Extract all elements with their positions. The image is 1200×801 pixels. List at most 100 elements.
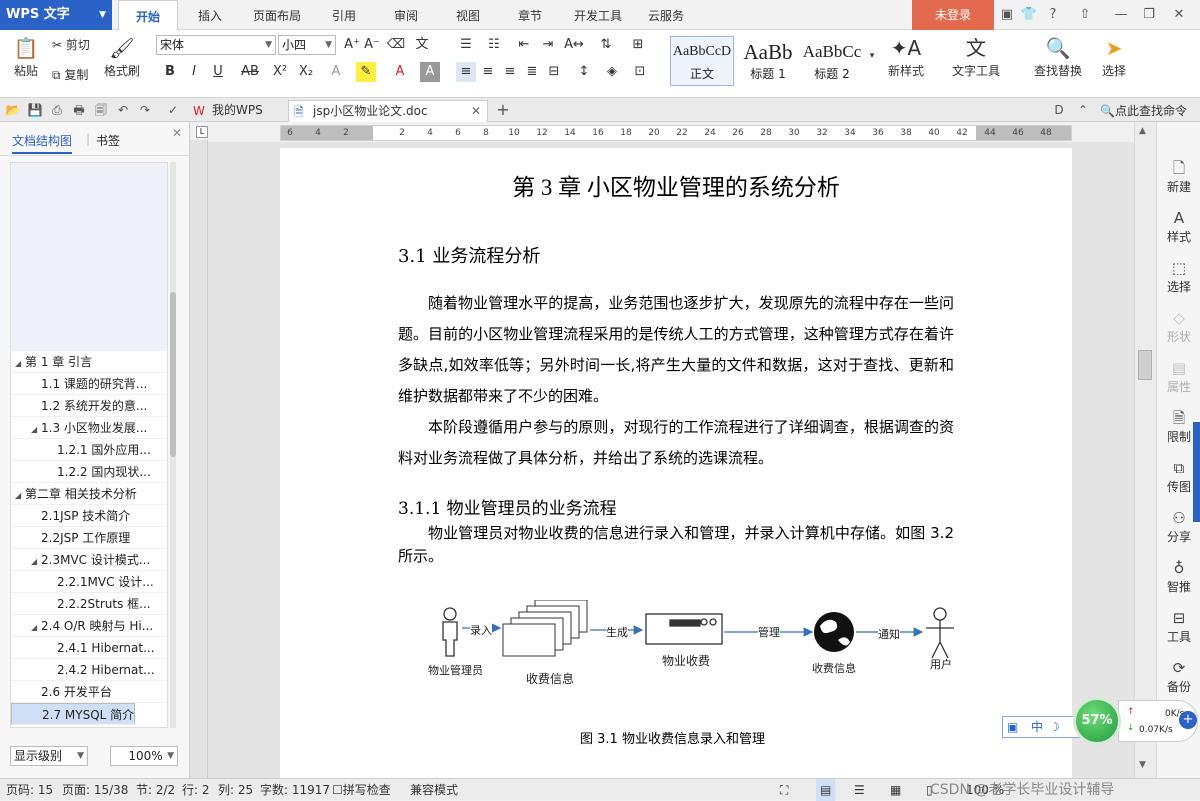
outline-item[interactable]: 2.6 开发平台: [11, 681, 167, 703]
close-pane-icon[interactable]: ✕: [172, 126, 182, 140]
tab-cloud[interactable]: 云服务: [638, 0, 694, 30]
superscript-icon[interactable]: X²: [270, 62, 290, 82]
outdent-icon[interactable]: ⇤: [514, 35, 534, 55]
document-page[interactable]: 第 3 章 小区物业管理的系统分析 3.1 业务流程分析 随着物业管理水平的提高…: [280, 148, 1072, 778]
wps-menu-button[interactable]: WPS 文字 ▼: [0, 0, 112, 30]
sort-icon[interactable]: ⇅: [596, 35, 616, 55]
outline-item[interactable]: 2.2JSP 工作原理: [11, 527, 167, 549]
select-button[interactable]: ➤ 选择: [1094, 34, 1134, 79]
redo-icon[interactable]: ↷: [136, 101, 154, 119]
outline-item[interactable]: 1.2.1 国外应用...: [11, 439, 167, 461]
outline-item[interactable]: 1.2 系统开发的意...: [11, 395, 167, 417]
command-search[interactable]: 🔍点此查找命令: [1100, 102, 1187, 119]
open-folder-icon[interactable]: 📂: [4, 101, 22, 119]
format-painter-button[interactable]: 🖌 格式刷: [102, 34, 142, 79]
close-icon[interactable]: ✕: [1170, 6, 1188, 24]
horizontal-ruler[interactable]: 6 4 2 2 4 6 8 10 12 14 16 18 20 22 24 26 28 30 32 34 36 38 40 4…: [280, 125, 1072, 141]
tab-home[interactable]: 开始: [118, 0, 178, 31]
outline-item[interactable]: ◢ 2.3MVC 设计模式...: [11, 549, 167, 571]
highlight-icon[interactable]: ✎: [356, 62, 376, 82]
tab-review[interactable]: 审阅: [382, 0, 430, 30]
scrollbar-thumb[interactable]: [170, 292, 176, 457]
cut-button[interactable]: ✂ 剪切: [52, 36, 90, 53]
char-shading-icon[interactable]: A: [420, 62, 440, 82]
outline-view-icon[interactable]: ☰: [854, 779, 865, 801]
expand-icon[interactable]: ⌃: [1074, 101, 1092, 119]
sidebar-button-backup[interactable]: ⟳ 备份: [1157, 658, 1200, 695]
pdf-icon[interactable]: ⎙: [48, 101, 66, 119]
shirt-icon[interactable]: 👕: [1020, 6, 1038, 24]
outline-item[interactable]: 1.1 课题的研究背...: [11, 373, 167, 395]
sidebar-button-select[interactable]: ⬚ 选择: [1157, 258, 1200, 295]
style-heading2[interactable]: AaBbCc 标题 2: [800, 36, 864, 86]
align-left-icon[interactable]: ≡: [456, 62, 476, 82]
skin-icon[interactable]: ▣: [998, 6, 1016, 24]
new-style-button[interactable]: ✦A 新样式: [880, 34, 932, 79]
add-icon[interactable]: +: [1179, 711, 1197, 729]
tab-stop-selector[interactable]: L: [196, 126, 208, 138]
clear-format-icon[interactable]: ⌫: [386, 35, 406, 55]
tab-reference[interactable]: 引用: [320, 0, 368, 30]
grow-font-icon[interactable]: A⁺: [342, 35, 362, 55]
bold-icon[interactable]: B: [160, 62, 180, 82]
style-heading1[interactable]: AaBb 标题 1: [736, 36, 800, 86]
justify-icon[interactable]: ≣: [522, 62, 542, 82]
outline-item[interactable]: ◢ 第二章 相关技术分析: [11, 483, 167, 505]
shield-icon[interactable]: D: [1050, 101, 1068, 119]
outline-item[interactable]: 1.2.2 国内现状...: [11, 461, 167, 483]
subscript-icon[interactable]: X₂: [296, 62, 316, 82]
numbering-icon[interactable]: ☷: [484, 35, 504, 55]
outline-item[interactable]: 2.2.2Struts 框...: [11, 593, 167, 615]
document-scrollbar[interactable]: ▲ ▼: [1134, 122, 1156, 778]
login-button[interactable]: 未登录: [912, 0, 994, 30]
maximize-icon[interactable]: ❐: [1140, 6, 1158, 24]
collapse-toggle-icon[interactable]: ◢: [31, 419, 41, 438]
text-effect-icon[interactable]: A: [326, 62, 346, 82]
text-tools-button[interactable]: 文文字工具: [946, 34, 1006, 79]
page-view-icon[interactable]: ▤: [816, 779, 836, 801]
underline-icon[interactable]: U: [208, 62, 228, 82]
outline-item[interactable]: 2.1JSP 技术简介: [11, 505, 167, 527]
line-spacing-icon[interactable]: ↕: [574, 62, 594, 82]
collapse-toggle-icon[interactable]: ◢: [15, 353, 25, 372]
find-replace-button[interactable]: 🔍 查找替换: [1026, 34, 1090, 79]
sidebar-button-toolbox[interactable]: ⊟ 工具: [1157, 608, 1200, 645]
font-size-select[interactable]: 小四 ▼: [278, 35, 336, 55]
shrink-font-icon[interactable]: A⁻: [362, 35, 382, 55]
shading-icon[interactable]: ◈: [602, 62, 622, 82]
customize-icon[interactable]: ✓: [164, 101, 182, 119]
table-border-icon[interactable]: ⊞: [628, 35, 648, 55]
outline-item[interactable]: 2.2.1MVC 设计...: [11, 571, 167, 593]
new-tab-icon[interactable]: +: [494, 101, 512, 119]
outline-item[interactable]: ◢ 第 1 章 引言: [11, 351, 167, 373]
style-gallery-more-icon[interactable]: ▾: [862, 46, 882, 66]
distribute-icon[interactable]: ⊟: [544, 62, 564, 82]
tab-my-wps[interactable]: W 我的WPS: [188, 100, 284, 122]
indent-icon[interactable]: ⇥: [538, 35, 558, 55]
focus-mode-icon[interactable]: ⛶: [780, 779, 788, 801]
outline-item[interactable]: 2.7 MYSQL 简介: [11, 703, 136, 725]
tab-developer[interactable]: 开发工具: [566, 0, 630, 30]
outline-item[interactable]: ◢ 2.4 O/R 映射与 Hi...: [11, 615, 167, 637]
close-tab-icon[interactable]: ✕: [471, 101, 481, 121]
strikethrough-icon[interactable]: AB: [240, 62, 260, 82]
ime-toolbar[interactable]: ▣ 中 ☽: [1002, 716, 1082, 738]
tab-bookmark[interactable]: 书签: [96, 132, 120, 149]
font-color-icon[interactable]: A: [390, 62, 410, 82]
level-select[interactable]: 显示级别 ▼: [10, 746, 88, 766]
bullets-icon[interactable]: ☰: [456, 35, 476, 55]
spell-check-toggle[interactable]: ☐拼写检查: [332, 779, 391, 801]
collapse-toggle-icon[interactable]: ◢: [31, 617, 41, 636]
scroll-up-icon[interactable]: ▲: [1139, 126, 1146, 136]
tab-document[interactable]: 🗎 jsp小区物业论文.doc ✕: [288, 100, 488, 122]
scroll-down-icon[interactable]: ▼: [1139, 760, 1146, 770]
tab-chapter[interactable]: 章节: [506, 0, 554, 30]
style-normal[interactable]: AaBbCcD 正文: [670, 36, 734, 86]
collapse-toggle-icon[interactable]: ◢: [31, 551, 41, 570]
sidebar-collapse-handle[interactable]: [1193, 422, 1200, 522]
help-icon[interactable]: ?: [1044, 6, 1062, 24]
font-name-select[interactable]: 宋体 ▼: [156, 35, 276, 55]
restore-ribbon-icon[interactable]: ⇧: [1076, 6, 1094, 24]
nav-zoom-select[interactable]: 100% ▼: [110, 746, 178, 766]
outline-item[interactable]: 2.4.1 Hibernat...: [11, 637, 167, 659]
